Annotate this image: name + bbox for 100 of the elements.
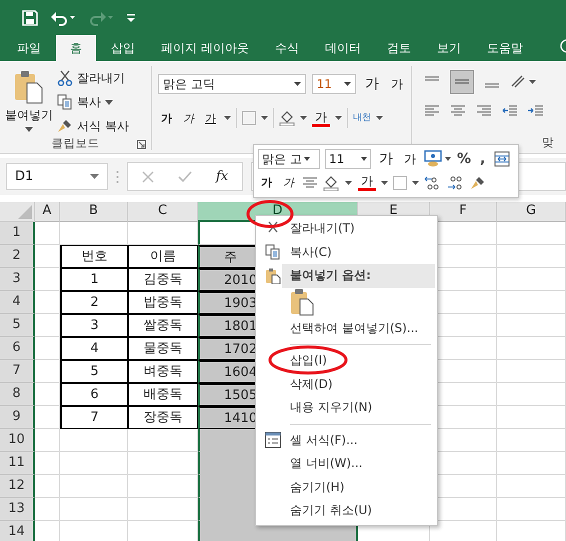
font-color-button[interactable]: 가 bbox=[312, 110, 330, 126]
underline-button[interactable]: 가 bbox=[202, 110, 219, 126]
decrease-indent-icon[interactable] bbox=[502, 104, 518, 118]
table-cell bbox=[35, 452, 60, 475]
ribbon-tab[interactable]: 홈 bbox=[56, 35, 96, 61]
increase-indent-icon[interactable] bbox=[528, 104, 544, 118]
ribbon-tab[interactable]: 삽입 bbox=[98, 35, 148, 61]
row-header[interactable]: 3 bbox=[0, 268, 35, 291]
customize-toolbar-icon[interactable] bbox=[126, 12, 136, 24]
center-align-icon[interactable] bbox=[302, 176, 318, 190]
table-cell bbox=[497, 475, 566, 498]
align-left-icon[interactable] bbox=[424, 104, 440, 118]
paste-button[interactable]: 붙여넣기 bbox=[5, 66, 53, 136]
italic-button[interactable]: 가 bbox=[180, 110, 197, 126]
percent-style-button[interactable]: % bbox=[457, 151, 472, 168]
ribbon-tab[interactable]: 검토 bbox=[374, 35, 424, 61]
paste-option-icon[interactable] bbox=[290, 288, 314, 316]
bold-button[interactable]: 가 bbox=[258, 175, 275, 190]
scissors-icon bbox=[57, 70, 73, 86]
column-header[interactable]: G bbox=[497, 202, 566, 222]
merge-cells-icon[interactable] bbox=[494, 151, 510, 168]
dropdown-arrow-icon[interactable] bbox=[376, 116, 383, 120]
row-header[interactable]: 6 bbox=[0, 337, 35, 360]
table-cell: 7 bbox=[60, 406, 128, 429]
row-header[interactable]: 7 bbox=[0, 360, 35, 383]
font-size-field[interactable]: 11 bbox=[312, 74, 356, 94]
dropdown-arrow-icon[interactable] bbox=[335, 116, 342, 120]
check-icon[interactable] bbox=[178, 170, 192, 182]
column-header[interactable]: C bbox=[128, 202, 198, 222]
font-color-button[interactable]: 가 bbox=[358, 174, 376, 192]
increase-font-size-button[interactable]: 가 bbox=[376, 150, 396, 168]
accounting-format-icon[interactable] bbox=[424, 150, 452, 168]
format-painter-button[interactable]: 서식 복사 bbox=[57, 116, 129, 136]
table-cell bbox=[35, 337, 60, 360]
column-header[interactable]: B bbox=[60, 202, 128, 222]
borders-icon[interactable] bbox=[242, 111, 268, 125]
row-header[interactable]: 9 bbox=[0, 406, 35, 429]
decrease-font-size-button[interactable]: 가 bbox=[401, 150, 419, 168]
ribbon-tab[interactable]: 데이터 bbox=[312, 35, 374, 61]
ribbon-tab[interactable]: 보기 bbox=[424, 35, 474, 61]
fill-color-icon[interactable] bbox=[323, 174, 353, 191]
table-cell bbox=[497, 222, 566, 245]
row-header[interactable]: 8 bbox=[0, 383, 35, 406]
row-header[interactable]: 13 bbox=[0, 498, 35, 521]
dropdown-arrow-icon bbox=[294, 82, 301, 86]
menu-item[interactable]: 복사(C) bbox=[290, 244, 332, 261]
font-name-field[interactable]: 맑은 고 bbox=[258, 149, 320, 170]
row-header[interactable]: 14 bbox=[0, 521, 35, 541]
dropdown-arrow-icon[interactable] bbox=[381, 180, 388, 185]
format-painter-icon[interactable] bbox=[470, 174, 486, 191]
table-cell bbox=[60, 222, 128, 245]
row-header[interactable]: 5 bbox=[0, 314, 35, 337]
orientation-icon[interactable] bbox=[510, 74, 536, 90]
ribbon-tab[interactable]: 수식 bbox=[262, 35, 312, 61]
row-header[interactable]: 11 bbox=[0, 452, 35, 475]
align-center-icon[interactable] bbox=[450, 104, 466, 118]
fill-color-icon[interactable] bbox=[279, 110, 307, 126]
insert-function-button[interactable]: fx bbox=[216, 169, 228, 184]
menu-item[interactable]: 열 너비(W)... bbox=[290, 455, 362, 472]
table-cell bbox=[35, 360, 60, 383]
menu-item[interactable]: 잘라내기(T) bbox=[290, 220, 355, 238]
table-cell bbox=[35, 383, 60, 406]
table-cell: 장중독 bbox=[128, 406, 198, 429]
ribbon-tab[interactable]: 도움말 bbox=[474, 35, 536, 61]
align-middle-icon[interactable] bbox=[450, 70, 474, 94]
decrease-font-size-button[interactable]: 가 bbox=[388, 76, 406, 92]
cut-button[interactable]: 잘라내기 bbox=[57, 68, 129, 88]
name-box[interactable]: D1 bbox=[6, 163, 108, 190]
menu-item[interactable]: 셀 서식(F)... bbox=[290, 432, 358, 449]
align-right-icon[interactable] bbox=[476, 104, 492, 118]
dialog-launcher-icon[interactable] bbox=[137, 140, 146, 149]
row-header[interactable]: 4 bbox=[0, 291, 35, 314]
ribbon-tab[interactable]: 페이지 레이아웃 bbox=[148, 35, 262, 61]
font-name-field[interactable]: 맑은 고딕 bbox=[158, 74, 306, 94]
ribbon-tab[interactable]: 파일 bbox=[4, 35, 54, 61]
menu-item[interactable]: 숨기기(H) bbox=[290, 478, 344, 496]
menu-item[interactable]: 숨기기 취소(U) bbox=[290, 502, 372, 520]
copy-button[interactable]: 복사 bbox=[57, 92, 129, 112]
table-cell bbox=[60, 475, 128, 498]
table-cell bbox=[497, 291, 566, 314]
row-header[interactable]: 12 bbox=[0, 475, 35, 498]
dropdown-arrow-icon[interactable] bbox=[224, 116, 231, 120]
italic-button[interactable]: 가 bbox=[280, 175, 297, 190]
bold-button[interactable]: 가 bbox=[158, 110, 175, 126]
row-header[interactable]: 10 bbox=[0, 429, 35, 452]
comma-style-button[interactable]: , bbox=[476, 151, 490, 168]
row-header[interactable]: 1 bbox=[0, 222, 35, 245]
increase-font-size-button[interactable]: 가 bbox=[362, 75, 382, 93]
table-cell bbox=[497, 360, 566, 383]
undo-icon[interactable] bbox=[50, 10, 76, 26]
dropdown-arrow-icon bbox=[25, 127, 33, 132]
phonetic-guide-button[interactable]: 내천 bbox=[353, 114, 371, 122]
save-icon[interactable] bbox=[22, 10, 38, 26]
borders-icon[interactable] bbox=[393, 176, 419, 190]
row-header[interactable]: 2 bbox=[0, 245, 35, 268]
column-header[interactable]: A bbox=[35, 202, 60, 222]
font-size-field[interactable]: 11 bbox=[325, 149, 371, 170]
column-header[interactable]: F bbox=[430, 202, 497, 222]
grip-icon bbox=[116, 170, 119, 184]
dropdown-arrow-icon bbox=[90, 174, 99, 179]
